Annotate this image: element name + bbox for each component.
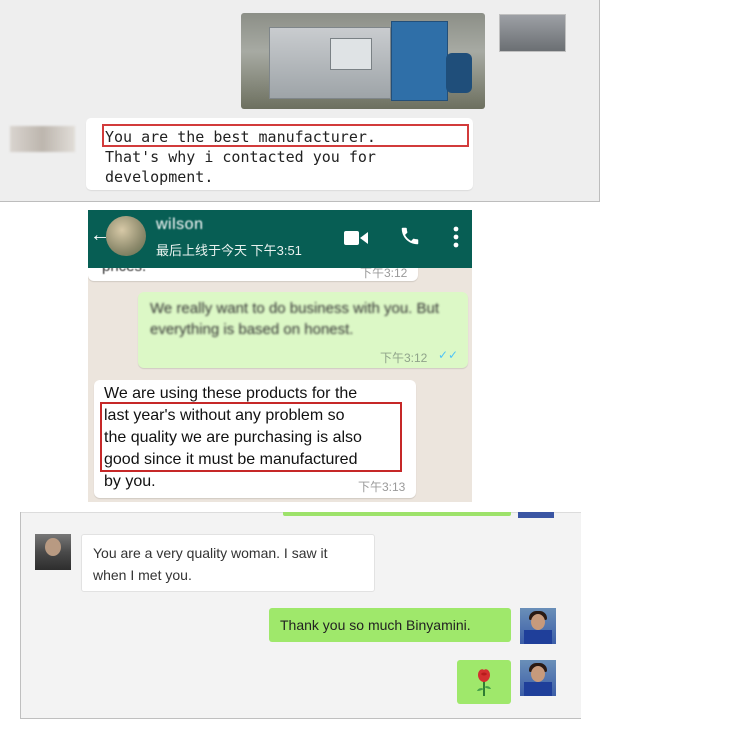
- message-line: That's why i contacted you for: [105, 148, 376, 166]
- last-seen-status: 最后上线于今天 下午3:51: [156, 243, 302, 258]
- avatar[interactable]: [35, 534, 71, 570]
- avatar-face: [531, 614, 545, 630]
- contact-avatar[interactable]: [106, 216, 146, 256]
- incoming-message-text: You are a very quality woman. I saw it w…: [93, 542, 373, 586]
- message-line: development.: [105, 168, 214, 186]
- message-line: You are a very quality woman. I saw it: [93, 545, 328, 561]
- avatar[interactable]: [520, 660, 556, 696]
- message-time: 下午3:13: [358, 480, 406, 494]
- machine-image-blue-frame: [391, 21, 448, 101]
- machine-image-wheel: [446, 53, 472, 93]
- rose-emoji-icon: [477, 669, 491, 696]
- avatar-shirt: [524, 682, 552, 696]
- red-highlight-box: [100, 402, 402, 472]
- machine-image-body: [269, 27, 391, 99]
- avatar-shirt: [524, 630, 552, 644]
- chat-panel-1: You are the best manufacturer. That's wh…: [0, 0, 600, 202]
- read-receipt-icon: ✓✓: [438, 348, 459, 362]
- machine-image-panel: [330, 38, 372, 70]
- message-time: 下午3:12: [380, 351, 428, 365]
- whatsapp-chat-panel: prices. 下午3:12 ← wilson 最后上线于今天 下午3:51 W…: [88, 210, 472, 502]
- outgoing-message-text: Thank you so much Binyamini.: [280, 617, 471, 633]
- message-line: when I met you.: [93, 567, 192, 583]
- chat-header: ← wilson 最后上线于今天 下午3:51: [88, 210, 472, 268]
- cropped-outgoing-bubble: [283, 512, 511, 516]
- phone-call-icon[interactable]: [399, 225, 421, 247]
- avatar-face: [45, 538, 61, 556]
- more-options-icon[interactable]: [452, 226, 460, 248]
- cropped-avatar: [518, 512, 554, 518]
- blurred-avatar: [10, 126, 75, 152]
- video-call-icon[interactable]: [344, 228, 368, 248]
- machine-photo-message[interactable]: [241, 13, 485, 109]
- red-highlight-box: [102, 124, 469, 147]
- thumbnail-image[interactable]: [499, 14, 566, 52]
- chat-panel-3: You are a very quality woman. I saw it w…: [20, 512, 581, 719]
- avatar[interactable]: [520, 608, 556, 644]
- message-line: by you.: [104, 473, 156, 490]
- message-line: We are using these products for the: [104, 385, 358, 402]
- avatar-face: [531, 666, 545, 682]
- contact-name[interactable]: wilson: [156, 216, 203, 234]
- message-text: We really want to do business with you. …: [150, 300, 440, 338]
